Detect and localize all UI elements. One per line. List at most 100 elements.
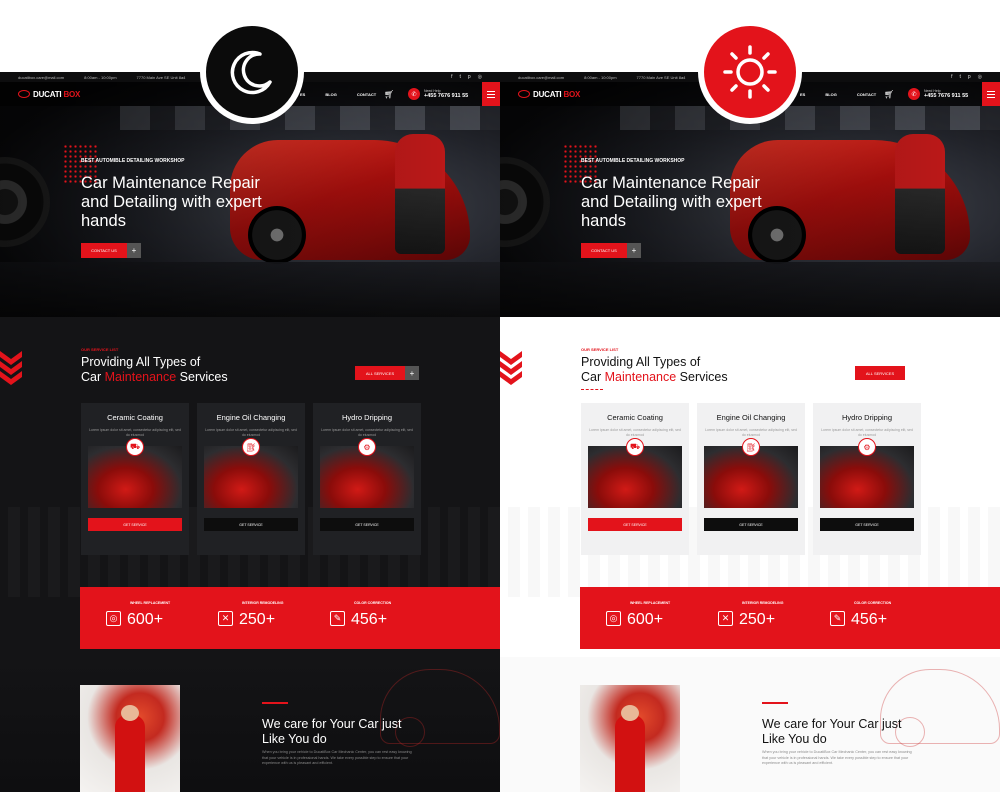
car-gear-icon: ⚙︎ — [358, 438, 376, 456]
contact-us-button[interactable]: CONTACT US — [581, 243, 627, 258]
car-wash-icon: ⛟ — [126, 438, 144, 456]
all-services-button[interactable]: ALL SERVICES — [355, 366, 405, 380]
get-service-button[interactable]: GET SERVICE — [820, 518, 914, 531]
stat-value: 456+ — [351, 611, 388, 628]
tools-icon: ✕ — [718, 610, 733, 626]
card-desc: Lorem ipsum dolor sit amet, consectetur … — [705, 428, 797, 437]
stat-value: 250+ — [239, 611, 276, 628]
spray-gun-icon: ✎ — [330, 610, 345, 626]
get-service-button[interactable]: GET SERVICE — [204, 518, 298, 531]
twitter-icon[interactable]: t — [459, 74, 460, 80]
wheel-icon: ◎ — [106, 610, 121, 626]
phone-icon: ✆ — [408, 88, 420, 100]
section-subtitle: OUR SERVICE LIST — [581, 347, 619, 352]
stat-label: COLOR CORRECTION — [854, 601, 892, 605]
contact-us-button[interactable]: CONTACT US — [81, 243, 127, 258]
menu-icon[interactable] — [982, 82, 1000, 106]
title-pre: Car — [581, 370, 605, 384]
card-photo: ⛟ — [88, 438, 182, 508]
card-title: Engine Oil Changing — [716, 413, 786, 422]
service-card: Ceramic Coating Lorem ipsum dolor sit am… — [81, 403, 189, 555]
cart-icon[interactable]: 🛒︎ — [884, 90, 894, 99]
dark-theme-page: BEST AUTOMIBLE DETAILING WORKSHOP Car Ma… — [0, 72, 500, 792]
all-services-button[interactable]: ALL SERVICES — [855, 366, 905, 380]
instagram-icon[interactable]: ◎ — [478, 74, 482, 80]
car-gear-icon: ⚙︎ — [858, 438, 876, 456]
card-title: Hydro Dripping — [341, 413, 393, 422]
pinterest-icon[interactable]: p — [968, 74, 971, 80]
get-service-button[interactable]: GET SERVICE — [320, 518, 414, 531]
hero-cta[interactable]: CONTACT US + — [81, 243, 141, 258]
hero-cta[interactable]: CONTACT US + — [581, 243, 641, 258]
mechanic-photo — [580, 685, 680, 792]
title-pre: Car — [81, 370, 105, 384]
hours-text: 8:00am - 10:00pm — [84, 74, 117, 80]
nav-link-services[interactable]: ES — [800, 92, 805, 97]
phone-number[interactable]: +455 7676 911 55 — [424, 93, 468, 99]
logo[interactable]: DUCATI BOX — [518, 90, 580, 99]
menu-icon[interactable] — [482, 82, 500, 106]
nav-link-blog[interactable]: BLOG — [825, 92, 837, 97]
oil-can-icon: ⛽︎ — [242, 438, 260, 456]
title-post: Services — [676, 370, 728, 384]
service-card: Hydro Dripping Lorem ipsum dolor sit ame… — [813, 403, 921, 555]
tools-icon: ✕ — [218, 610, 233, 626]
all-services[interactable]: ALL SERVICES + — [355, 366, 419, 380]
plus-icon[interactable]: + — [405, 366, 419, 380]
facebook-icon[interactable]: f — [451, 74, 452, 80]
get-service-button[interactable]: GET SERVICE — [704, 518, 798, 531]
title-line1: Providing All Types of — [81, 355, 201, 369]
section-title: Providing All Types of Car Maintenance Se… — [81, 355, 228, 385]
stat-label: WHEEL REPLACEMENT — [130, 601, 171, 605]
services-section: OUR SERVICE LIST Providing All Types of C… — [0, 317, 500, 792]
plus-icon[interactable]: + — [627, 243, 641, 258]
sun-icon — [723, 45, 777, 99]
logo-text-accent: BOX — [63, 89, 81, 99]
card-desc: Lorem ipsum dolor sit amet, consectetur … — [821, 428, 913, 437]
mechanic-photo — [80, 685, 180, 792]
cart-icon[interactable]: 🛒︎ — [384, 90, 394, 99]
about-body: When you bring your vehicle to DucatiBox… — [762, 750, 912, 766]
facebook-icon[interactable]: f — [951, 74, 952, 80]
email-text[interactable]: ducatibox.care@mail.com — [518, 75, 564, 80]
title-underline — [581, 389, 603, 390]
all-services[interactable]: ALL SERVICES + — [855, 366, 905, 380]
card-photo: ⛽︎ — [704, 438, 798, 508]
card-title: Ceramic Coating — [607, 413, 663, 422]
call-box[interactable]: ✆ Need Help +455 7676 911 55 — [908, 82, 982, 106]
get-service-button[interactable]: GET SERVICE — [588, 518, 682, 531]
card-title: Ceramic Coating — [107, 413, 163, 422]
light-mode-toggle[interactable] — [698, 20, 802, 124]
wheel-icon: ◎ — [606, 610, 621, 626]
title-post: Services — [176, 370, 228, 384]
nav-links: ES BLOG CONTACT — [800, 92, 876, 97]
stat-item: ◎ WHEEL REPLACEMENT 600+ — [606, 601, 718, 629]
address-text: 7770 Main Ave SE Unit 8a4 — [636, 74, 686, 80]
pinterest-icon[interactable]: p — [468, 74, 471, 80]
stats-band: ◎ WHEEL REPLACEMENT 600+ ✕ INTERIOR REMO… — [580, 587, 1000, 649]
stat-item: ✎ COLOR CORRECTION 456+ — [330, 601, 442, 629]
card-photo: ⚙︎ — [820, 438, 914, 508]
plus-icon[interactable]: + — [127, 243, 141, 258]
instagram-icon[interactable]: ◎ — [978, 74, 982, 80]
nav-link-contact[interactable]: CONTACT — [857, 92, 876, 97]
title-accent: Maintenance — [604, 370, 677, 384]
nav-link-contact[interactable]: CONTACT — [357, 92, 376, 97]
logo[interactable]: DUCATI BOX — [18, 90, 80, 99]
about-body: When you bring your vehicle to DucatiBox… — [262, 750, 412, 766]
logo-text-accent: BOX — [563, 89, 581, 99]
hero-title: Car Maintenance Repair and Detailing wit… — [81, 174, 262, 230]
stat-item: ◎ WHEEL REPLACEMENT 600+ — [106, 601, 218, 629]
stat-value: 600+ — [627, 611, 664, 628]
nav-link-services[interactable]: ES — [300, 92, 305, 97]
get-service-button[interactable]: GET SERVICE — [88, 518, 182, 531]
twitter-icon[interactable]: t — [959, 74, 960, 80]
wrench-icon — [262, 702, 288, 710]
phone-number[interactable]: +455 7676 911 55 — [924, 93, 968, 99]
email-text[interactable]: ducatibox.care@mail.com — [18, 75, 64, 80]
dark-mode-toggle[interactable] — [200, 20, 304, 124]
card-desc: Lorem ipsum dolor sit amet, consectetur … — [589, 428, 681, 437]
call-box[interactable]: ✆ Need Help +455 7676 911 55 — [408, 82, 482, 106]
about-title: We care for Your Car just Like You do — [262, 717, 402, 746]
nav-link-blog[interactable]: BLOG — [325, 92, 337, 97]
